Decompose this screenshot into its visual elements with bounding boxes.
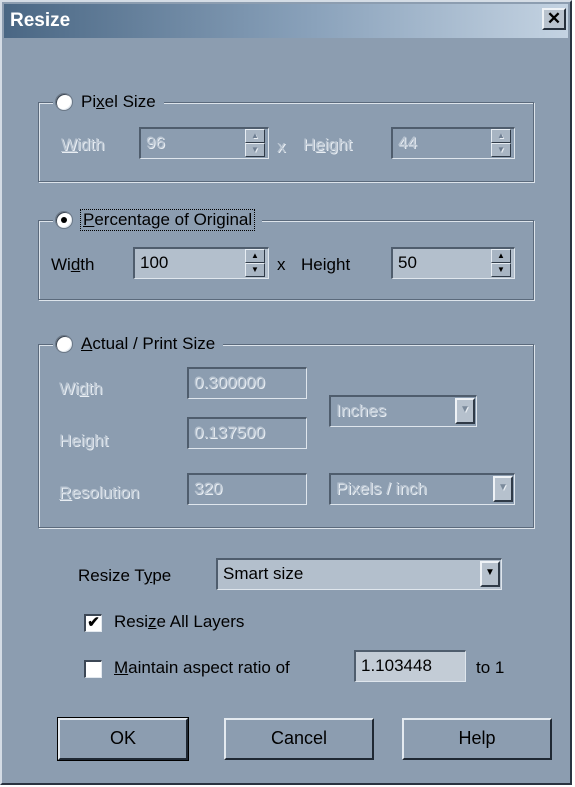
percent-height-label: Height — [301, 255, 351, 274]
chevron-down-icon[interactable]: ▼ — [493, 476, 513, 502]
actual-size-radio[interactable]: Actual / Print Size — [53, 332, 224, 356]
percent-width-spinner[interactable]: ▲ ▼ — [245, 249, 265, 277]
resize-all-layers-checkbox[interactable]: ✔ — [84, 614, 102, 632]
pixel-width-spinner[interactable]: ▲ ▼ — [245, 129, 265, 157]
actual-size-group: Actual / Print Size Width 0.300000 Heigh… — [38, 332, 534, 528]
spin-down-icon[interactable]: ▼ — [245, 263, 265, 277]
aspect-ratio-suffix: to 1 — [476, 658, 505, 677]
pixel-size-radio-icon — [55, 93, 73, 111]
pixel-x-separator: x — [277, 137, 286, 156]
percentage-radio-icon — [55, 211, 73, 229]
actual-size-label: Actual / Print Size — [81, 334, 216, 353]
spin-up-icon[interactable]: ▲ — [245, 249, 265, 263]
pixel-size-group: Pixel Size Width 96 ▲ ▼ x Height 44 ▲ ▼ — [38, 90, 534, 182]
maintain-aspect-label[interactable]: Maintain aspect ratio of — [114, 658, 290, 678]
resize-all-layers-label[interactable]: Resize All Layers — [114, 612, 244, 632]
close-button[interactable]: ✕ — [542, 8, 566, 30]
pixel-height-label: Height — [303, 135, 353, 154]
percentage-radio[interactable]: Percentage of Original — [53, 208, 263, 232]
percent-x-separator: x — [277, 255, 286, 274]
spin-up-icon[interactable]: ▲ — [245, 129, 265, 143]
units-dropdown[interactable]: Inches ▼ — [329, 395, 477, 427]
percent-width-label: Width — [51, 255, 95, 274]
title-bar[interactable]: Resize ✕ — [4, 4, 568, 38]
spin-down-icon[interactable]: ▼ — [491, 263, 511, 277]
spin-down-icon[interactable]: ▼ — [245, 143, 265, 157]
resize-dialog: Resize ✕ Pixel Size Width 96 ▲ ▼ x Heigh… — [0, 0, 572, 785]
maintain-aspect-checkbox[interactable] — [84, 660, 102, 678]
aspect-ratio-input[interactable]: 1.103448 — [354, 650, 466, 682]
pixel-size-label: Pixel Size — [81, 92, 156, 111]
chevron-down-icon[interactable]: ▼ — [455, 398, 475, 424]
dialog-title: Resize — [10, 10, 71, 31]
close-icon: ✕ — [546, 9, 562, 28]
percentage-label: Percentage of Original — [79, 209, 256, 231]
spin-down-icon[interactable]: ▼ — [491, 143, 511, 157]
ok-button[interactable]: OK — [57, 717, 189, 761]
actual-height-input[interactable]: 0.137500 — [187, 417, 307, 449]
spin-up-icon[interactable]: ▲ — [491, 249, 511, 263]
pixel-height-spinner[interactable]: ▲ ▼ — [491, 129, 511, 157]
resize-type-label: Resize Type — [78, 566, 172, 585]
percentage-group: Percentage of Original Width 100 ▲ ▼ x H… — [38, 208, 534, 300]
actual-size-radio-icon — [55, 335, 73, 353]
resolution-label: Resolution — [59, 483, 140, 502]
actual-width-label: Width — [59, 379, 103, 398]
resize-type-dropdown[interactable]: Smart size ▼ — [216, 558, 502, 590]
resolution-units-dropdown[interactable]: Pixels / inch ▼ — [329, 473, 515, 505]
pixel-width-label: Width — [61, 135, 105, 154]
percent-height-spinner[interactable]: ▲ ▼ — [491, 249, 511, 277]
actual-height-label: Height — [59, 431, 109, 450]
cancel-button[interactable]: Cancel — [224, 718, 374, 760]
help-button[interactable]: Help — [402, 718, 552, 760]
chevron-down-icon[interactable]: ▼ — [480, 561, 500, 587]
spin-up-icon[interactable]: ▲ — [491, 129, 511, 143]
resolution-input[interactable]: 320 — [187, 473, 307, 505]
pixel-size-radio[interactable]: Pixel Size — [53, 90, 164, 114]
actual-width-input[interactable]: 0.300000 — [187, 367, 307, 399]
